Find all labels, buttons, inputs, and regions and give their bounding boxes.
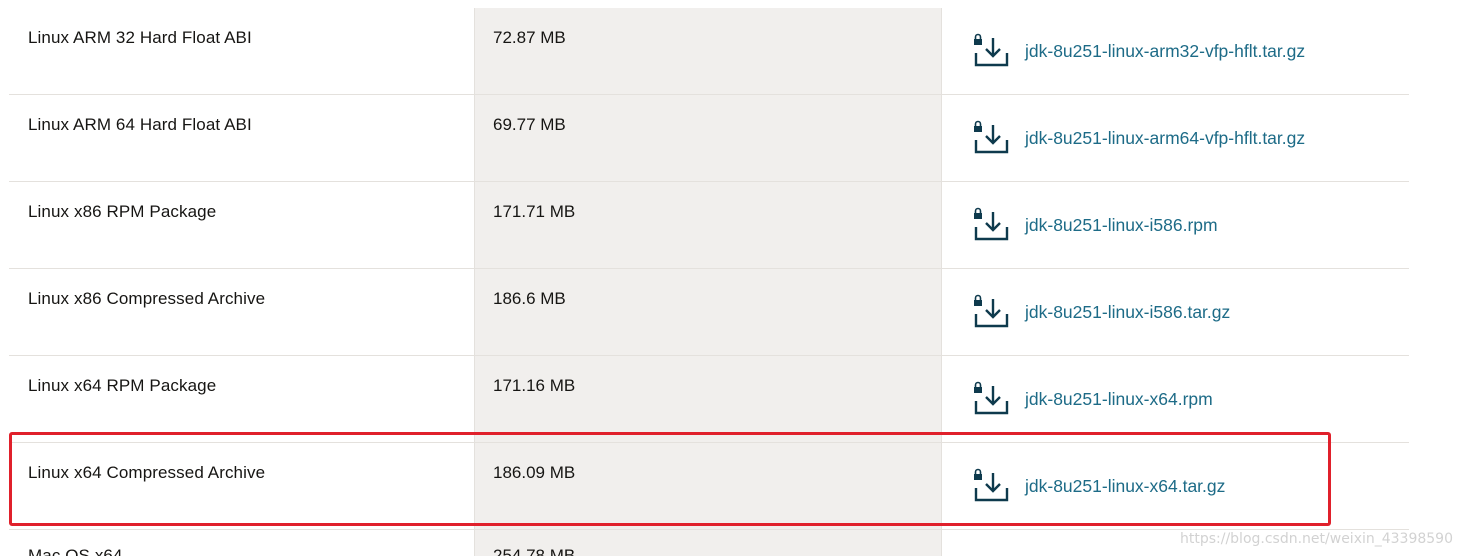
download-cell: jdk-8u251-linux-arm32-vfp-hflt.tar.gz: [942, 8, 1409, 94]
download-filename: jdk-8u251-linux-i586.rpm: [1025, 214, 1218, 235]
download-link[interactable]: jdk-8u251-linux-arm32-vfp-hflt.tar.gz: [972, 32, 1305, 70]
download-filename: jdk-8u251-linux-arm32-vfp-hflt.tar.gz: [1025, 40, 1306, 61]
product-name: Linux x64 Compressed Archive: [9, 443, 475, 529]
product-name: Linux ARM 64 Hard Float ABI: [9, 95, 475, 181]
download-cell: jdk-8u251-linux-x64.rpm: [942, 356, 1409, 442]
download-link[interactable]: jdk-8u251-linux-arm64-vfp-hflt.tar.gz: [972, 119, 1305, 157]
download-link[interactable]: jdk-8u251-linux-i586.rpm: [972, 206, 1218, 244]
lock-download-icon: [974, 120, 1009, 154]
file-size: 186.09 MB: [475, 443, 942, 529]
product-name: Linux x86 RPM Package: [9, 182, 475, 268]
download-link[interactable]: jdk-8u251-linux-x64.rpm: [972, 380, 1213, 418]
file-size: 254.78 MB: [475, 530, 942, 556]
file-size: 72.87 MB: [475, 8, 942, 94]
download-cell: jdk-8u251-linux-arm64-vfp-hflt.tar.gz: [942, 95, 1409, 181]
watermark: https://blog.csdn.net/weixin_43398590: [1179, 531, 1453, 547]
file-size: 171.71 MB: [475, 182, 942, 268]
download-filename: jdk-8u251-linux-x64.rpm: [1025, 388, 1213, 409]
download-link[interactable]: jdk-8u251-linux-x64.tar.gz: [972, 467, 1225, 505]
product-name: Mac OS x64: [9, 530, 475, 556]
table-row: Linux x64 RPM Package 171.16 MB jdk-8u25…: [9, 356, 1409, 443]
product-name: Linux x64 RPM Package: [9, 356, 475, 442]
download-filename: jdk-8u251-linux-arm64-vfp-hflt.tar.gz: [1025, 127, 1306, 148]
lock-download-icon: [974, 468, 1009, 502]
lock-download-icon: [974, 294, 1009, 328]
download-link[interactable]: jdk-8u251-linux-i586.tar.gz: [972, 293, 1230, 331]
table-row: Linux x86 RPM Package 171.71 MB jdk-8u25…: [9, 182, 1409, 269]
download-filename: jdk-8u251-linux-i586.tar.gz: [1025, 301, 1231, 322]
product-name: Linux x86 Compressed Archive: [9, 269, 475, 355]
lock-download-icon: [974, 207, 1009, 241]
table-row: Linux x86 Compressed Archive 186.6 MB jd…: [9, 269, 1409, 356]
download-page: Linux ARM 32 Hard Float ABI 72.87 MB jdk…: [0, 0, 1461, 556]
lock-download-icon: [974, 33, 1009, 67]
table-row: Linux ARM 64 Hard Float ABI 69.77 MB jdk…: [9, 95, 1409, 182]
download-cell: jdk-8u251-linux-i586.rpm: [942, 182, 1409, 268]
download-filename: jdk-8u251-linux-x64.tar.gz: [1025, 475, 1226, 496]
file-size: 69.77 MB: [475, 95, 942, 181]
table-row: Linux ARM 32 Hard Float ABI 72.87 MB jdk…: [9, 8, 1409, 95]
download-cell: jdk-8u251-linux-i586.tar.gz: [942, 269, 1409, 355]
download-cell: jdk-8u251-linux-x64.tar.gz: [942, 443, 1409, 529]
file-size: 186.6 MB: [475, 269, 942, 355]
table-row: Linux x64 Compressed Archive 186.09 MB j…: [9, 443, 1409, 530]
downloads-table: Linux ARM 32 Hard Float ABI 72.87 MB jdk…: [9, 8, 1409, 556]
product-name: Linux ARM 32 Hard Float ABI: [9, 8, 475, 94]
lock-download-icon: [974, 381, 1009, 415]
file-size: 171.16 MB: [475, 356, 942, 442]
